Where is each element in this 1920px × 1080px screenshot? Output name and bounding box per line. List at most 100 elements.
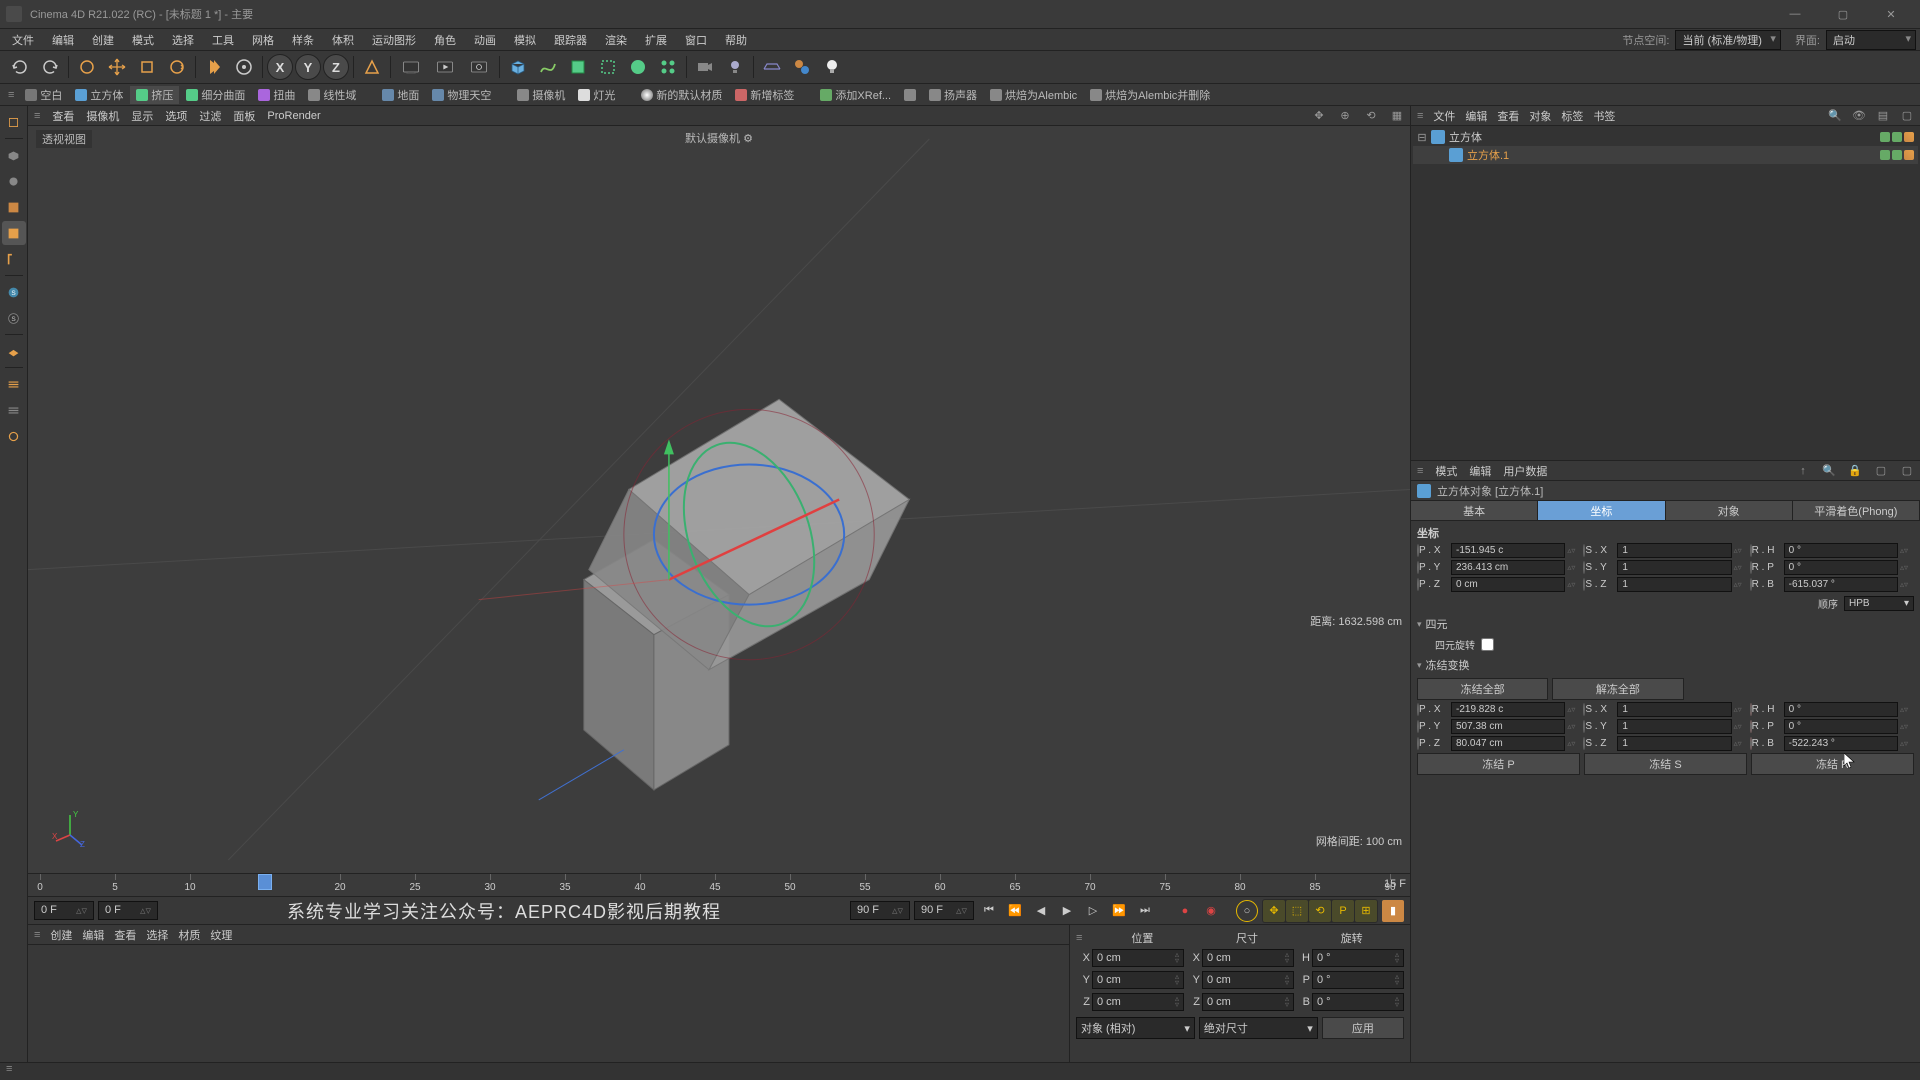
- undo-button[interactable]: [6, 53, 34, 81]
- attr-p-input[interactable]: -219.828 c: [1451, 702, 1565, 717]
- am-new-icon[interactable]: ▢: [1874, 464, 1888, 478]
- vis-tag-icon[interactable]: [1880, 150, 1890, 160]
- sub-alembic2[interactable]: 烘焙为Alembic并删除: [1084, 86, 1216, 104]
- am-edit[interactable]: 编辑: [1469, 463, 1491, 479]
- add-light[interactable]: [721, 53, 749, 81]
- om-object[interactable]: 对象: [1529, 108, 1551, 124]
- vp-nav2-icon[interactable]: ⊕: [1338, 109, 1352, 123]
- add-cube[interactable]: [504, 53, 532, 81]
- vis-tag-icon[interactable]: [1892, 150, 1902, 160]
- add-floor[interactable]: [758, 53, 786, 81]
- coord-pos-input[interactable]: 0 cm▵▿: [1092, 971, 1184, 989]
- vp-nav1-icon[interactable]: ✥: [1312, 109, 1326, 123]
- menu-mesh[interactable]: 网格: [244, 30, 282, 50]
- menu-help[interactable]: 帮助: [717, 30, 755, 50]
- lt-model-mode[interactable]: [2, 143, 26, 167]
- am-nav-up-icon[interactable]: ↑: [1796, 464, 1810, 478]
- freeze-r-button[interactable]: 冻结 R: [1751, 753, 1914, 775]
- am-userdata[interactable]: 用户数据: [1503, 463, 1547, 479]
- lt-make-editable[interactable]: [2, 110, 26, 134]
- tree-row[interactable]: ⊟立方体: [1413, 128, 1918, 146]
- add-mograph[interactable]: [654, 53, 682, 81]
- om-tags[interactable]: 标签: [1561, 108, 1583, 124]
- tab-coord[interactable]: 坐标: [1538, 501, 1665, 520]
- key-pla-button[interactable]: ⊞: [1355, 900, 1377, 922]
- attr-r-input[interactable]: 0 °: [1784, 702, 1898, 717]
- vp-nav3-icon[interactable]: ⟲: [1364, 109, 1378, 123]
- lt-snap-a[interactable]: S: [2, 280, 26, 304]
- sub-field[interactable]: 线性域: [302, 86, 362, 104]
- select-tool[interactable]: [73, 53, 101, 81]
- layout-dropdown[interactable]: 启动: [1826, 30, 1916, 50]
- vh-camera[interactable]: 摄像机: [86, 108, 119, 124]
- sub-material[interactable]: 新的默认材质: [635, 86, 728, 104]
- sub-xref[interactable]: 添加XRef...: [814, 86, 897, 104]
- coord-rot-input[interactable]: 0 °▵▿: [1312, 993, 1404, 1011]
- search-icon[interactable]: 🔍: [1828, 109, 1842, 123]
- node-space-dropdown[interactable]: 当前 (标准/物理): [1675, 30, 1780, 50]
- vh-filter[interactable]: 过滤: [199, 108, 221, 124]
- viewport[interactable]: 透视视图 默认摄像机 ⚙: [28, 126, 1410, 873]
- maximize-button[interactable]: ▢: [1820, 0, 1866, 28]
- x-axis-toggle[interactable]: X: [267, 54, 293, 80]
- quat-section[interactable]: 四元: [1417, 613, 1914, 635]
- attr-p-input[interactable]: 80.047 cm: [1451, 736, 1565, 751]
- am-lock-icon[interactable]: 🔒: [1848, 464, 1862, 478]
- coord-size-input[interactable]: 0 cm▵▿: [1202, 949, 1294, 967]
- mat-edit[interactable]: 编辑: [82, 927, 104, 943]
- attr-p-input[interactable]: 236.413 cm: [1451, 560, 1565, 575]
- mat-view[interactable]: 查看: [114, 927, 136, 943]
- axis-lock[interactable]: [230, 53, 258, 81]
- lt-texture-mode[interactable]: [2, 169, 26, 193]
- attr-p-input[interactable]: 507.38 cm: [1451, 719, 1565, 734]
- sub-alembic1[interactable]: 烘焙为Alembic: [984, 86, 1083, 104]
- timeline-cursor[interactable]: [258, 874, 272, 890]
- key-rot-button[interactable]: ⟲: [1309, 900, 1331, 922]
- attr-r-input[interactable]: 0 °: [1784, 560, 1898, 575]
- attr-s-input[interactable]: 1: [1617, 543, 1731, 558]
- goto-end-button[interactable]: ⏭: [1134, 900, 1156, 922]
- move-tool[interactable]: [103, 53, 131, 81]
- coord-size-input[interactable]: 0 cm▵▿: [1202, 971, 1294, 989]
- render-settings[interactable]: [463, 53, 495, 81]
- attr-p-input[interactable]: 0 cm: [1451, 577, 1565, 592]
- add-generator[interactable]: [564, 53, 592, 81]
- add-deformer[interactable]: [594, 53, 622, 81]
- goto-start-button[interactable]: ⏮: [978, 900, 1000, 922]
- lt-script[interactable]: [2, 424, 26, 448]
- coord-system[interactable]: [358, 53, 386, 81]
- menu-simulate[interactable]: 模拟: [506, 30, 544, 50]
- next-frame-button[interactable]: ▷: [1082, 900, 1104, 922]
- om-eye-icon[interactable]: 👁: [1852, 109, 1866, 123]
- sub-tag[interactable]: 新增标签: [729, 86, 800, 104]
- menu-mode[interactable]: 模式: [124, 30, 162, 50]
- order-dropdown[interactable]: HPB▾: [1844, 596, 1914, 611]
- om-file[interactable]: 文件: [1433, 108, 1455, 124]
- sub-extrude[interactable]: 挤压: [130, 86, 179, 104]
- om-max-icon[interactable]: ▢: [1900, 109, 1914, 123]
- sub-light[interactable]: 灯光: [572, 86, 621, 104]
- sub-null[interactable]: 空白: [19, 86, 68, 104]
- am-max-icon[interactable]: ▢: [1900, 464, 1914, 478]
- tl-start-field[interactable]: 0 F▵▿: [34, 901, 94, 920]
- lt-layer2[interactable]: [2, 398, 26, 422]
- close-button[interactable]: ✕: [1868, 0, 1914, 28]
- lt-point-mode[interactable]: [2, 195, 26, 219]
- next-key-button[interactable]: ⏩: [1108, 900, 1130, 922]
- menu-select[interactable]: 选择: [164, 30, 202, 50]
- menu-tools[interactable]: 工具: [204, 30, 242, 50]
- prev-key-button[interactable]: ⏪: [1004, 900, 1026, 922]
- sub-camera[interactable]: 摄像机: [511, 86, 571, 104]
- attr-s-input[interactable]: 1: [1617, 736, 1731, 751]
- menu-mograph[interactable]: 运动图形: [364, 30, 424, 50]
- menu-volume[interactable]: 体积: [324, 30, 362, 50]
- tl-pos-field[interactable]: 0 F▵▿: [98, 901, 158, 920]
- om-view[interactable]: 查看: [1497, 108, 1519, 124]
- tree-row[interactable]: 立方体.1: [1413, 146, 1918, 164]
- menu-character[interactable]: 角色: [426, 30, 464, 50]
- attr-s-input[interactable]: 1: [1617, 702, 1731, 717]
- render-view[interactable]: [395, 53, 427, 81]
- expand-icon[interactable]: ⊟: [1417, 131, 1427, 144]
- mat-create[interactable]: 创建: [50, 927, 72, 943]
- record-button[interactable]: ●: [1174, 900, 1196, 922]
